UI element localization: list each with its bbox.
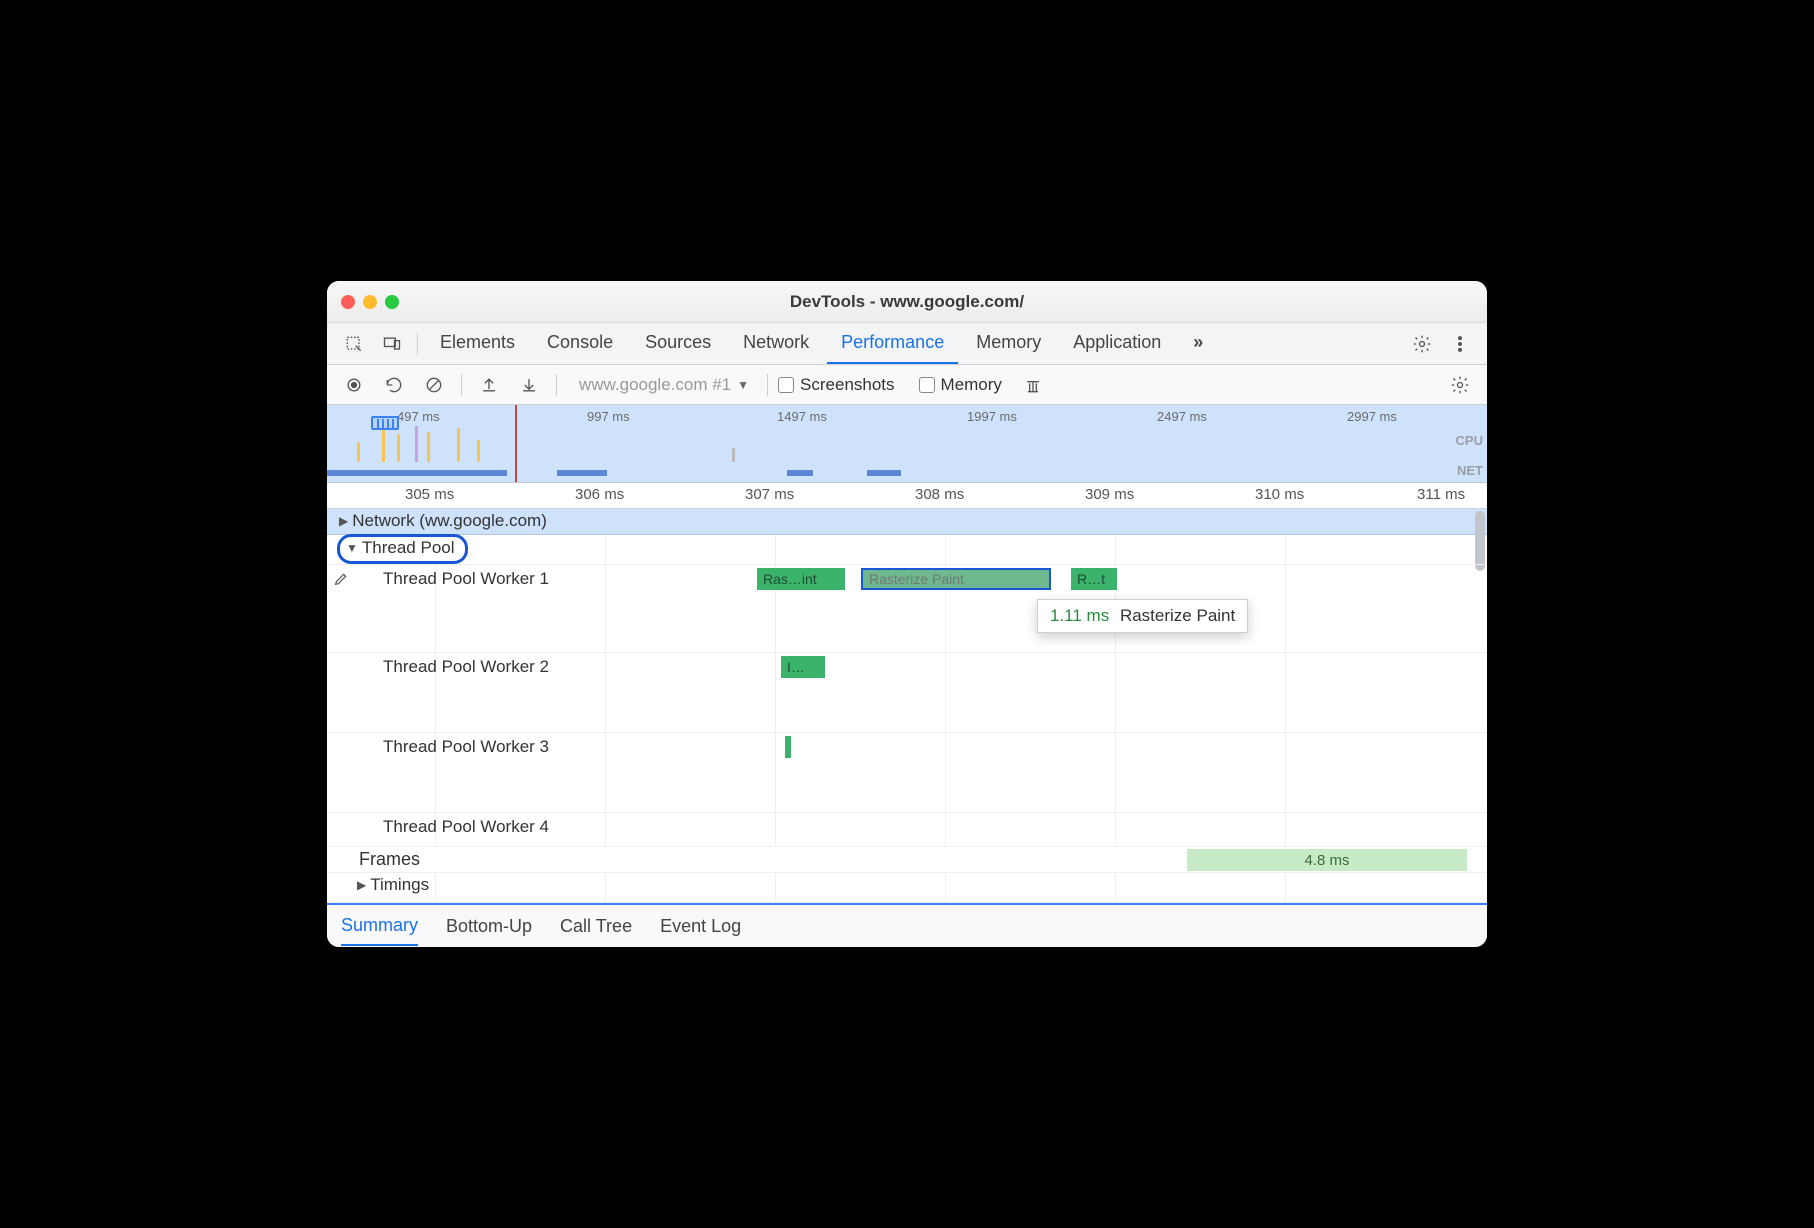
divider [556, 374, 557, 396]
overview-tick: 1997 ms [967, 409, 1017, 424]
divider [767, 374, 768, 396]
divider [461, 374, 462, 396]
garbage-collect-icon[interactable] [1016, 370, 1050, 400]
expand-triangle-icon: ▶ [339, 514, 348, 528]
profile-selector-value: www.google.com #1 [579, 375, 731, 395]
overview-timeline[interactable]: 497 ms 997 ms 1497 ms 1997 ms 2497 ms 29… [327, 405, 1487, 483]
threadpool-badge[interactable]: ▼ Thread Pool [337, 534, 468, 564]
ruler-tick: 306 ms [575, 486, 624, 503]
tab-console[interactable]: Console [533, 324, 627, 364]
ruler-tick: 309 ms [1085, 486, 1134, 503]
task-tooltip: 1.11 ms Rasterize Paint [1037, 599, 1248, 633]
overview-tick: 497 ms [397, 409, 440, 424]
tab-call-tree[interactable]: Call Tree [560, 908, 632, 945]
overview-net-label: NET [1457, 463, 1483, 478]
expand-triangle-icon: ▶ [357, 878, 366, 892]
save-profile-icon[interactable] [512, 370, 546, 400]
worker-row: Thread Pool Worker 2 I… [327, 653, 1487, 733]
tooltip-duration: 1.11 ms [1050, 606, 1109, 625]
overview-tick: 997 ms [587, 409, 630, 424]
frame-bar[interactable]: 4.8 ms [1187, 849, 1467, 871]
tab-performance[interactable]: Performance [827, 324, 958, 364]
timings-track-header[interactable]: ▶ Timings [327, 873, 1487, 903]
network-track-label: Network (ww.google.com) [352, 511, 547, 531]
kebab-menu-icon[interactable] [1443, 329, 1477, 359]
titlebar: DevTools - www.google.com/ [327, 281, 1487, 323]
window-title: DevTools - www.google.com/ [327, 292, 1487, 312]
ruler-tick: 311 ms [1417, 486, 1465, 503]
task-bar[interactable]: Ras…int [757, 568, 845, 590]
edit-pencil-icon[interactable] [333, 571, 349, 592]
ruler-tick: 308 ms [915, 486, 964, 503]
threadpool-label: Thread Pool [362, 538, 455, 558]
worker-name: Thread Pool Worker 4 [383, 817, 549, 837]
task-bar-selected[interactable]: Rasterize Paint [861, 568, 1051, 590]
network-track-header[interactable]: ▶ Network (ww.google.com) [327, 509, 1487, 535]
device-toggle-icon[interactable] [375, 329, 409, 359]
ruler-tick: 305 ms [405, 486, 454, 503]
panel-tabs: Elements Console Sources Network Perform… [327, 323, 1487, 365]
worker-name: Thread Pool Worker 2 [383, 657, 549, 677]
overview-tick: 1497 ms [777, 409, 827, 424]
tab-bottom-up[interactable]: Bottom-Up [446, 908, 532, 945]
divider [417, 333, 418, 355]
timings-label: Timings [370, 875, 429, 895]
load-profile-icon[interactable] [472, 370, 506, 400]
devtools-window: DevTools - www.google.com/ Elements Cons… [327, 281, 1487, 947]
tab-summary[interactable]: Summary [341, 907, 418, 946]
details-tabbar: Summary Bottom-Up Call Tree Event Log [327, 903, 1487, 947]
frames-label: Frames [359, 849, 420, 870]
worker-row: Thread Pool Worker 1 Ras…int Rasterize P… [327, 565, 1487, 653]
performance-toolbar: www.google.com #1 ▼ Screenshots Memory [327, 365, 1487, 405]
memory-checkbox[interactable] [919, 377, 935, 393]
overview-cpu-label: CPU [1456, 433, 1483, 448]
worker-name: Thread Pool Worker 1 [383, 569, 549, 589]
ruler-tick: 310 ms [1255, 486, 1304, 503]
tab-event-log[interactable]: Event Log [660, 908, 741, 945]
overview-tick: 2497 ms [1157, 409, 1207, 424]
worker-row: Thread Pool Worker 4 [327, 813, 1487, 847]
task-bar[interactable]: R…t [1071, 568, 1117, 590]
capture-settings-gear-icon[interactable] [1443, 370, 1477, 400]
settings-gear-icon[interactable] [1405, 329, 1439, 359]
screenshots-checkbox[interactable] [778, 377, 794, 393]
tooltip-name: Rasterize Paint [1120, 606, 1235, 625]
profile-selector[interactable]: www.google.com #1 ▼ [567, 371, 757, 399]
tab-network[interactable]: Network [729, 324, 823, 364]
screenshots-label: Screenshots [800, 375, 895, 395]
frames-track[interactable]: Frames 4.8 ms [327, 847, 1487, 873]
task-bar[interactable]: I… [781, 656, 825, 678]
task-bar[interactable] [785, 736, 791, 758]
threadpool-header[interactable]: ▼ Thread Pool [327, 535, 1487, 565]
collapse-triangle-icon: ▼ [346, 541, 358, 555]
clear-icon[interactable] [417, 370, 451, 400]
overview-marker [515, 405, 517, 482]
tab-elements[interactable]: Elements [426, 324, 529, 364]
inspect-icon[interactable] [337, 329, 371, 359]
tab-sources[interactable]: Sources [631, 324, 725, 364]
overview-selection-handle[interactable] [371, 416, 399, 430]
tabs-overflow-button[interactable]: » [1179, 324, 1217, 364]
detail-ruler[interactable]: 305 ms 306 ms 307 ms 308 ms 309 ms 310 m… [327, 483, 1487, 509]
flame-chart-area[interactable]: ▶ Network (ww.google.com) ▼ Thread Pool … [327, 509, 1487, 903]
worker-row: Thread Pool Worker 3 [327, 733, 1487, 813]
chevron-down-icon: ▼ [737, 378, 749, 392]
tab-memory[interactable]: Memory [962, 324, 1055, 364]
overview-tick: 2997 ms [1347, 409, 1397, 424]
tab-application[interactable]: Application [1059, 324, 1175, 364]
worker-name: Thread Pool Worker 3 [383, 737, 549, 757]
ruler-tick: 307 ms [745, 486, 794, 503]
reload-record-icon[interactable] [377, 370, 411, 400]
memory-label: Memory [941, 375, 1002, 395]
record-button-icon[interactable] [337, 370, 371, 400]
